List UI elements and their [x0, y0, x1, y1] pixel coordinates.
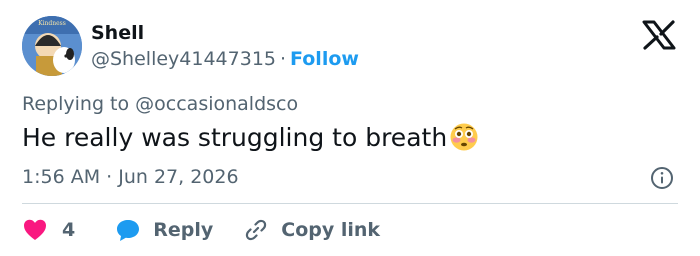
tweet-timestamp[interactable]: 1:56 AM · Jun 27, 2026	[22, 166, 239, 188]
reply-bubble-icon	[117, 220, 140, 241]
copy-link-button[interactable]: Copy link	[243, 217, 380, 243]
author-meta: @Shelley41447315 · Follow	[91, 48, 359, 70]
separator-dot: ·	[280, 48, 287, 70]
tweet-text-container: He really was struggling to breath	[22, 122, 479, 152]
like-button[interactable]: 4	[22, 217, 75, 243]
avatar[interactable]: Kindness	[22, 16, 82, 76]
tweet-text: He really was struggling to breath	[22, 122, 448, 152]
follow-button[interactable]: Follow	[290, 48, 359, 70]
copy-link-label: Copy link	[281, 219, 381, 241]
info-icon[interactable]	[650, 166, 674, 190]
x-logo-icon[interactable]	[640, 20, 678, 50]
replying-to-label: Replying to @occasionaldsco	[22, 93, 299, 115]
reply-button[interactable]: Reply	[115, 217, 213, 243]
divider	[22, 203, 678, 204]
like-count: 4	[62, 219, 76, 241]
svg-text:Kindness: Kindness	[38, 20, 66, 27]
avatar-image: Kindness	[22, 16, 82, 76]
flushed-face-icon	[450, 123, 478, 151]
author-name[interactable]: Shell	[91, 22, 144, 44]
action-bar: 4 Reply Copy link	[22, 215, 380, 245]
reply-label: Reply	[153, 219, 214, 241]
heart-icon	[24, 219, 46, 240]
link-icon	[246, 219, 267, 241]
author-handle[interactable]: @Shelley41447315	[91, 48, 276, 70]
